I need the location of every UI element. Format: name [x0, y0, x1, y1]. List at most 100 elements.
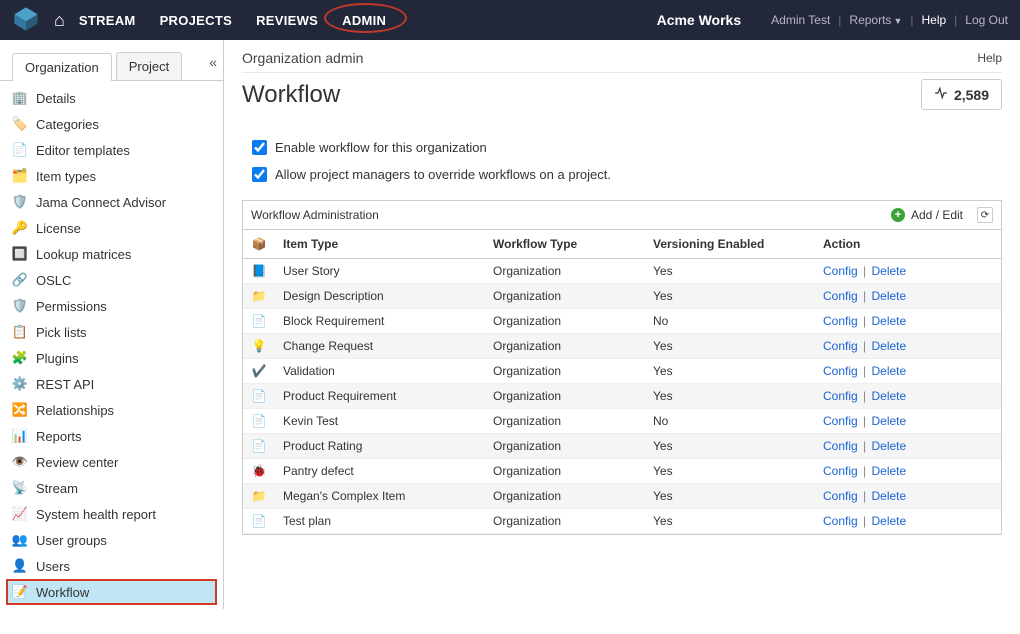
sidebar-item-label: Categories — [36, 117, 99, 132]
sidebar-item-user-groups[interactable]: 👥User groups — [6, 527, 217, 553]
collapse-sidebar-icon[interactable]: « — [209, 54, 217, 70]
reports-label: Reports — [849, 13, 891, 27]
col-workflow-type[interactable]: Workflow Type — [485, 230, 645, 259]
nav-reviews[interactable]: REVIEWS — [256, 13, 318, 28]
checkbox-enable-row[interactable]: Enable workflow for this organization — [242, 140, 1002, 155]
config-link[interactable]: Config — [823, 339, 858, 353]
config-link[interactable]: Config — [823, 289, 858, 303]
delete-link[interactable]: Delete — [871, 414, 906, 428]
nav-projects[interactable]: PROJECTS — [160, 13, 232, 28]
help-link[interactable]: Help — [921, 13, 946, 27]
cell-item-type: Block Requirement — [275, 309, 485, 334]
delete-link[interactable]: Delete — [871, 389, 906, 403]
sidebar-item-pick-lists[interactable]: 📋Pick lists — [6, 319, 217, 345]
user-link[interactable]: Admin Test — [771, 13, 830, 27]
nav-admin[interactable]: ADMIN — [342, 13, 386, 28]
sidebar-item-system-health-report[interactable]: 📈System health report — [6, 501, 217, 527]
sidebar-item-label: Editor templates — [36, 143, 130, 158]
workflow-admin-box: Workflow Administration + Add / Edit ⟳ 📦… — [242, 200, 1002, 535]
sidebar-item-oslc[interactable]: 🔗OSLC — [6, 267, 217, 293]
col-action[interactable]: Action — [815, 230, 1001, 259]
sidebar-item-workflow[interactable]: 📝Workflow — [6, 579, 217, 605]
sidebar-item-stream[interactable]: 📡Stream — [6, 475, 217, 501]
delete-link[interactable]: Delete — [871, 289, 906, 303]
nav-admin-label: ADMIN — [342, 13, 386, 28]
cell-action: Config | Delete — [815, 434, 1001, 459]
checkbox-override[interactable] — [252, 167, 267, 182]
delete-link[interactable]: Delete — [871, 264, 906, 278]
plus-icon[interactable]: + — [891, 208, 905, 222]
details-icon: 🏢 — [12, 90, 28, 106]
item-type-icon: 🐞 — [251, 463, 267, 479]
sidebar-item-label: Workflow — [36, 585, 89, 600]
refresh-icon[interactable]: ⟳ — [977, 207, 993, 223]
sidebar-item-review-center[interactable]: 👁️Review center — [6, 449, 217, 475]
tab-project[interactable]: Project — [116, 52, 182, 80]
topbar-links: Admin Test | Reports▼ | Help | Log Out — [771, 13, 1008, 27]
logout-link[interactable]: Log Out — [965, 13, 1008, 27]
cell-workflow-type: Organization — [485, 459, 645, 484]
sidebar-item-plugins[interactable]: 🧩Plugins — [6, 345, 217, 371]
delete-link[interactable]: Delete — [871, 339, 906, 353]
sidebar-item-lookup-matrices[interactable]: 🔲Lookup matrices — [6, 241, 217, 267]
sidebar-item-reports[interactable]: 📊Reports — [6, 423, 217, 449]
delete-link[interactable]: Delete — [871, 489, 906, 503]
config-link[interactable]: Config — [823, 439, 858, 453]
cell-item-type: User Story — [275, 259, 485, 284]
config-link[interactable]: Config — [823, 264, 858, 278]
cell-versioning: Yes — [645, 384, 815, 409]
config-link[interactable]: Config — [823, 314, 858, 328]
sidebar-list: 🏢Details 🏷️ Categories 📄Editor templates🗂️I… — [0, 81, 223, 609]
panel-help-link[interactable]: Help — [977, 51, 1002, 65]
cell-workflow-type: Organization — [485, 284, 645, 309]
checkbox-override-row[interactable]: Allow project managers to override workf… — [242, 167, 1002, 182]
table-row: 📄Kevin TestOrganizationNoConfig | Delete — [243, 409, 1001, 434]
tab-organization[interactable]: Organization — [12, 53, 112, 81]
col-versioning[interactable]: Versioning Enabled — [645, 230, 815, 259]
license-icon: 🔑 — [12, 220, 28, 236]
sidebar-item-categories[interactable]: 🏷️ Categories — [6, 111, 217, 137]
sidebar-item-relationships[interactable]: 🔀Relationships — [6, 397, 217, 423]
sidebar-item-details[interactable]: 🏢Details — [6, 85, 217, 111]
users-icon: 👤 — [12, 558, 28, 574]
sidebar-item-label: System health report — [36, 507, 156, 522]
count-box[interactable]: 2,589 — [921, 79, 1002, 110]
config-link[interactable]: Config — [823, 389, 858, 403]
delete-link[interactable]: Delete — [871, 314, 906, 328]
categories-icon: 🏷️ — [12, 116, 28, 132]
nav-stream[interactable]: STREAM — [79, 13, 136, 28]
rest-api-icon: ⚙️ — [12, 376, 28, 392]
cell-workflow-type: Organization — [485, 509, 645, 534]
cell-action: Config | Delete — [815, 334, 1001, 359]
sidebar-item-license[interactable]: 🔑License — [6, 215, 217, 241]
config-link[interactable]: Config — [823, 414, 858, 428]
delete-link[interactable]: Delete — [871, 364, 906, 378]
item-type-icon: 📄 — [251, 438, 267, 454]
reports-link[interactable]: Reports▼ — [849, 13, 902, 27]
sidebar-item-permissions[interactable]: 🛡️Permissions — [6, 293, 217, 319]
add-edit-link[interactable]: Add / Edit — [911, 208, 963, 222]
sidebar-item-rest-api[interactable]: ⚙️REST API — [6, 371, 217, 397]
sidebar-item-item-types[interactable]: 🗂️Item types — [6, 163, 217, 189]
config-link[interactable]: Config — [823, 464, 858, 478]
checkbox-override-label: Allow project managers to override workf… — [275, 167, 611, 182]
cell-versioning: Yes — [645, 359, 815, 384]
checkbox-enable[interactable] — [252, 140, 267, 155]
cell-item-type: Product Rating — [275, 434, 485, 459]
cell-item-type: Kevin Test — [275, 409, 485, 434]
item-types-icon: 🗂️ — [12, 168, 28, 184]
sidebar-item-label: Users — [36, 559, 70, 574]
home-icon[interactable]: ⌂ — [54, 10, 65, 31]
sidebar-item-users[interactable]: 👤 Users — [6, 553, 217, 579]
config-link[interactable]: Config — [823, 489, 858, 503]
cell-item-type: Product Requirement — [275, 384, 485, 409]
delete-link[interactable]: Delete — [871, 464, 906, 478]
cell-versioning: No — [645, 309, 815, 334]
delete-link[interactable]: Delete — [871, 439, 906, 453]
config-link[interactable]: Config — [823, 514, 858, 528]
delete-link[interactable]: Delete — [871, 514, 906, 528]
config-link[interactable]: Config — [823, 364, 858, 378]
col-item-type[interactable]: Item Type — [275, 230, 485, 259]
sidebar-item-editor-templates[interactable]: 📄Editor templates — [6, 137, 217, 163]
sidebar-item-jama-connect-advisor[interactable]: 🛡️Jama Connect Advisor — [6, 189, 217, 215]
